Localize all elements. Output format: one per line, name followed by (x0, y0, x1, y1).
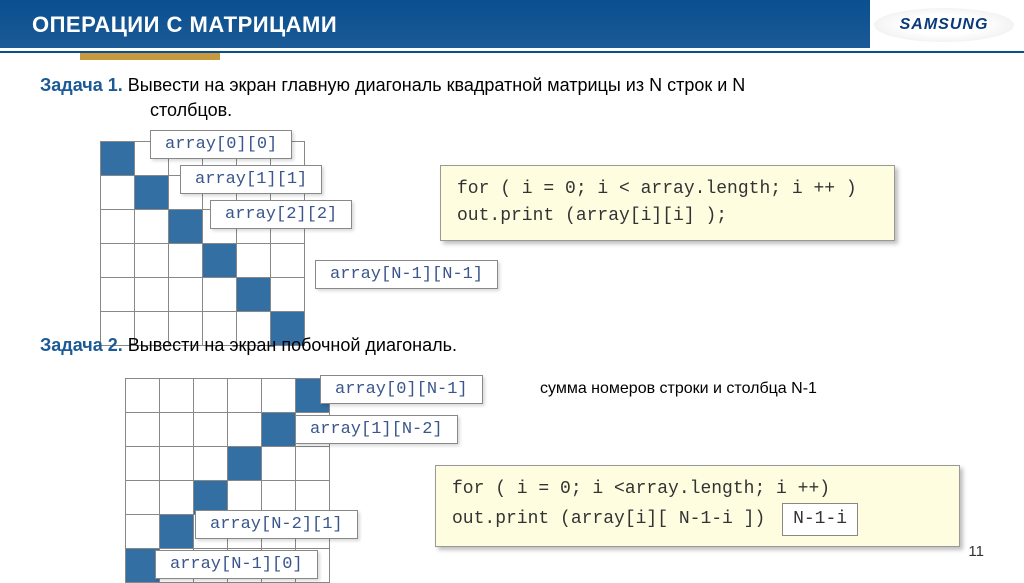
callout-a11: array[1][1] (180, 165, 322, 194)
task2-code: for ( i = 0; i <array.length; i ++) out.… (435, 465, 960, 547)
code-line-2: out.print (array[i][i] ); (457, 203, 878, 230)
task2-note: сумма номеров строки и столбца N-1 (540, 380, 817, 398)
callout-b3: array[N-1][0] (155, 550, 318, 579)
task2-text: Вывести на экран побочной диагональ. (128, 335, 457, 355)
task1-text: Вывести на экран главную диагональ квадр… (128, 75, 746, 95)
page-title: ОПЕРАЦИИ С МАТРИЦАМИ (32, 12, 337, 38)
page-number: 11 (968, 543, 984, 560)
callout-ann: array[N-1][N-1] (315, 260, 498, 289)
task2-line: Задача 2. Вывести на экран побочной диаг… (40, 335, 1004, 356)
highlight-index: N-1-i (782, 503, 858, 536)
task1-line2: столбцов. (150, 100, 1004, 121)
callout-b0: array[0][N-1] (320, 375, 483, 404)
task1-section: Задача 1. Вывести на экран главную диаго… (40, 75, 1004, 129)
code2-line-2: out.print (array[i][ N-1-i ]) N-1-i (452, 503, 943, 536)
code2-line-1: for ( i = 0; i <array.length; i ++) (452, 476, 943, 503)
code-line-1: for ( i = 0; i < array.length; i ++ ) (457, 176, 878, 203)
callout-a00: array[0][0] (150, 130, 292, 159)
task2-section: Задача 2. Вывести на экран побочной диаг… (40, 335, 1004, 360)
callout-b2: array[N-2][1] (195, 510, 358, 539)
slide-header: ОПЕРАЦИИ С МАТРИЦАМИ SAMSUNG (0, 0, 1024, 48)
callout-a22: array[2][2] (210, 200, 352, 229)
task2-label: Задача 2. (40, 335, 123, 355)
task1-label: Задача 1. (40, 75, 123, 95)
callout-b1: array[1][N-2] (295, 415, 458, 444)
task1-code: for ( i = 0; i < array.length; i ++ ) ou… (440, 165, 895, 241)
task1-line1: Задача 1. Вывести на экран главную диаго… (40, 75, 1004, 96)
gold-accent (80, 53, 220, 60)
brand-logo: SAMSUNG (874, 8, 1014, 42)
